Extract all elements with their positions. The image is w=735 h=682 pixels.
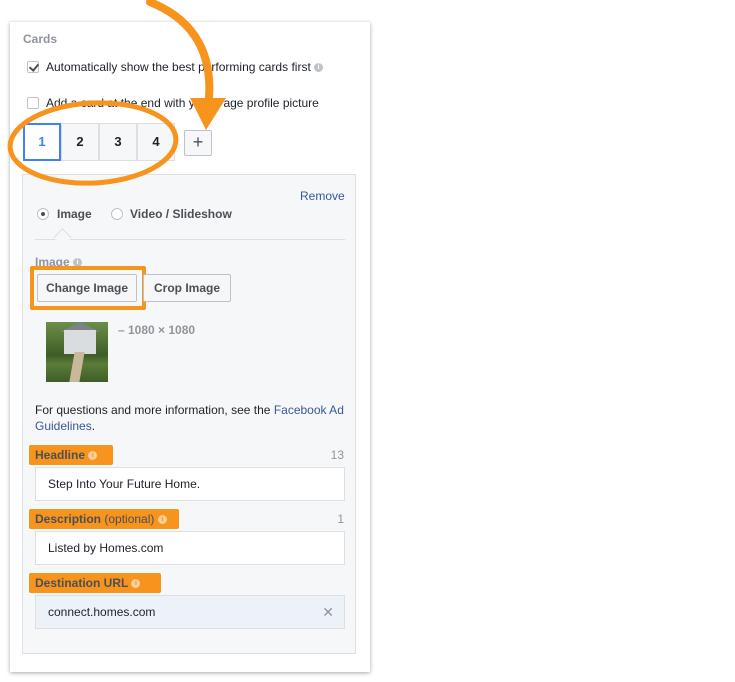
arrow-head bbox=[190, 98, 226, 130]
arrow-curve bbox=[146, 0, 214, 112]
annotation-overlay bbox=[7, 0, 226, 186]
tabs-highlight-ellipse bbox=[7, 100, 179, 186]
